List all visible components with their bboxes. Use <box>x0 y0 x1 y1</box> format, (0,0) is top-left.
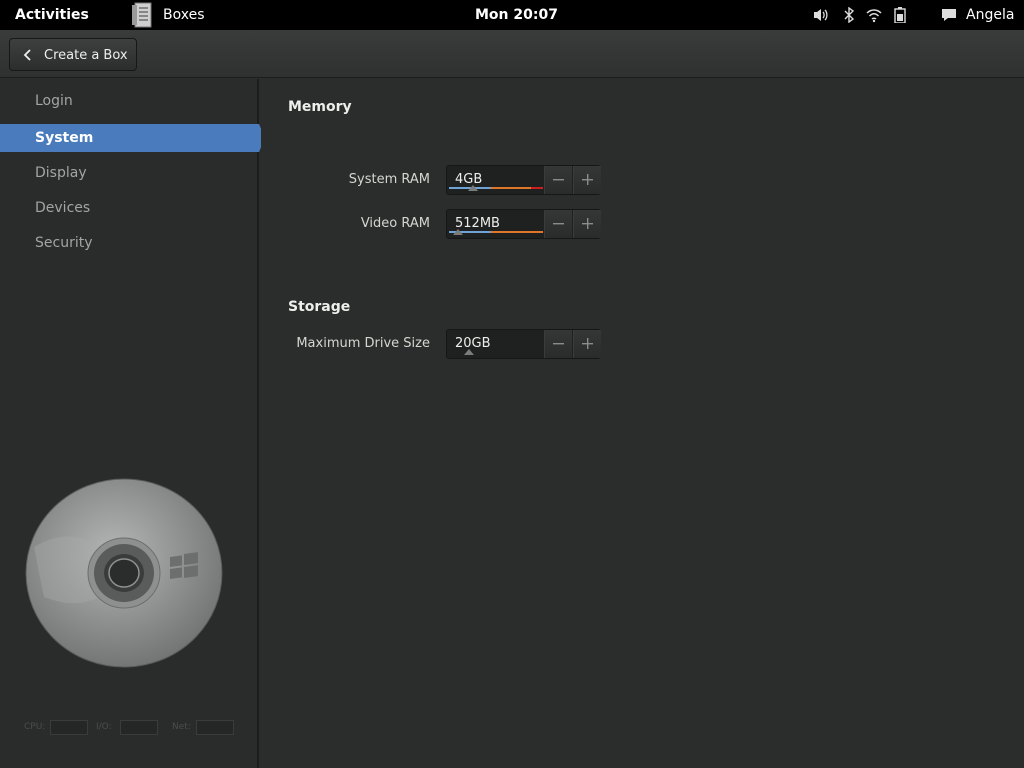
sidebar-item-login[interactable]: Login <box>0 87 259 115</box>
sidebar-item-label: Security <box>35 235 93 251</box>
minus-icon <box>553 179 564 181</box>
activities-button[interactable]: Activities <box>15 7 89 23</box>
wifi-icon[interactable] <box>865 7 883 23</box>
video-ram-decrease-button[interactable] <box>544 210 572 238</box>
plus-icon <box>582 218 593 229</box>
app-menu[interactable]: Boxes <box>163 7 205 23</box>
os-disc-image <box>25 478 223 668</box>
volume-icon[interactable] <box>812 7 830 23</box>
sidebar-item-label: Devices <box>35 200 91 216</box>
user-menu[interactable]: Angela <box>966 7 1014 23</box>
create-a-box-button[interactable]: Create a Box <box>9 38 137 71</box>
battery-icon[interactable] <box>892 7 910 23</box>
plus-icon <box>582 338 593 349</box>
chevron-left-icon <box>23 49 31 61</box>
sidebar-item-label: Login <box>35 93 73 109</box>
max-drive-size-label: Maximum Drive Size <box>296 336 430 351</box>
sidebar-item-system[interactable]: System <box>0 124 265 152</box>
sidebar-item-label: Display <box>35 165 87 181</box>
sidebar: Login System Display Devices Security CP… <box>0 79 265 768</box>
system-properties-panel: Memory System RAM 4GB Video RAM 512MB St… <box>261 79 1024 768</box>
system-ram-label: System RAM <box>348 172 430 187</box>
boxes-app-icon[interactable] <box>130 2 155 28</box>
cpu-graph <box>50 720 88 735</box>
video-ram-spinner[interactable]: 512MB <box>446 209 601 239</box>
max-drive-size-slider-handle[interactable] <box>463 349 474 355</box>
net-graph <box>196 720 234 735</box>
sidebar-item-label: System <box>35 130 94 146</box>
video-ram-increase-button[interactable] <box>573 210 601 238</box>
minus-icon <box>553 343 564 345</box>
back-button-label: Create a Box <box>44 48 128 63</box>
io-label: I/O: <box>96 722 112 732</box>
system-ram-slider-handle[interactable] <box>468 185 479 191</box>
video-ram-slider-handle[interactable] <box>453 229 464 235</box>
sidebar-item-display[interactable]: Display <box>0 159 259 187</box>
system-ram-bar <box>449 187 543 189</box>
net-label: Net: <box>172 722 191 732</box>
video-ram-label: Video RAM <box>360 216 430 231</box>
minus-icon <box>553 223 564 225</box>
clock[interactable]: Mon 20:07 <box>475 7 558 23</box>
chat-icon[interactable] <box>940 7 958 23</box>
plus-icon <box>582 174 593 185</box>
max-drive-size-increase-button[interactable] <box>573 330 601 358</box>
io-graph <box>120 720 158 735</box>
cpu-label: CPU: <box>24 722 46 732</box>
memory-section-title: Memory <box>288 99 352 115</box>
storage-section-title: Storage <box>288 299 351 315</box>
header-bar: Create a Box <box>0 30 1024 78</box>
bluetooth-icon[interactable] <box>840 7 858 23</box>
resource-stats: CPU: I/O: Net: <box>24 720 238 736</box>
sidebar-item-security[interactable]: Security <box>0 229 259 257</box>
system-ram-increase-button[interactable] <box>573 166 601 194</box>
system-ram-spinner[interactable]: 4GB <box>446 165 601 195</box>
sidebar-item-devices[interactable]: Devices <box>0 194 259 222</box>
max-drive-size-decrease-button[interactable] <box>544 330 572 358</box>
top-bar: Activities Boxes Mon 20:07 Angela <box>0 0 1024 30</box>
max-drive-size-spinner[interactable]: 20GB <box>446 329 601 359</box>
system-ram-decrease-button[interactable] <box>544 166 572 194</box>
